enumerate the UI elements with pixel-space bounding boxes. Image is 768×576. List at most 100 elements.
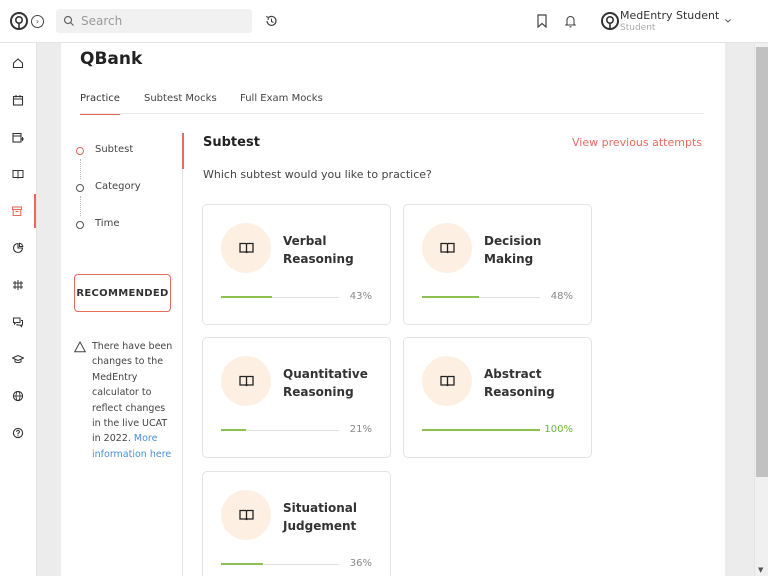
nav-analytics[interactable] (0, 231, 36, 265)
home-icon (12, 58, 24, 69)
subtest-card[interactable]: Situational Judgement 36% (202, 471, 391, 576)
search-input[interactable] (81, 12, 241, 30)
subtest-name: Verbal Reasoning (283, 232, 383, 268)
graduation-cap-icon (12, 354, 24, 364)
subtest-name: Abstract Reasoning (484, 365, 584, 401)
subtest-name-line: Situational (283, 501, 357, 515)
subtest-name: Quantitative Reasoning (283, 365, 383, 401)
warning-icon (74, 341, 86, 353)
globe-icon (12, 390, 24, 402)
step-subtest[interactable]: Subtest (61, 133, 184, 169)
subtest-name-line: Reasoning (283, 385, 354, 399)
sliders-icon (13, 280, 23, 290)
nav-home[interactable] (0, 46, 36, 80)
subtest-name-line: Quantitative (283, 367, 368, 381)
qbank-panel: QBank Practice Subtest Mocks Full Exam M… (61, 43, 725, 576)
calculator-notice: There have been changes to the MedEntry … (92, 339, 176, 462)
help-icon (12, 427, 24, 439)
calendar-add-icon (12, 132, 24, 143)
left-nav-rail (0, 43, 37, 576)
calendar-icon (12, 95, 24, 106)
progress-fill (221, 296, 272, 298)
step-indicator-icon (76, 147, 84, 155)
collapse-sidebar-button[interactable]: › (31, 15, 44, 28)
scrollbar-thumb[interactable] (756, 47, 768, 477)
book-icon (439, 242, 455, 254)
medentry-logo-icon[interactable] (9, 11, 29, 31)
recommended-button[interactable]: RECOMMENDED (74, 274, 171, 312)
pie-chart-icon (12, 242, 24, 254)
chevron-down-icon[interactable] (724, 17, 732, 25)
step-label: Time (95, 218, 120, 229)
subtest-name: Situational Judgement (283, 499, 383, 535)
subtest-name-line: Verbal (283, 234, 327, 248)
progress-percent: 48% (550, 291, 573, 302)
user-role: Student (620, 23, 656, 33)
avatar[interactable] (600, 11, 620, 31)
progress-fill (221, 429, 246, 431)
subtest-question: Which subtest would you like to practice… (203, 168, 432, 181)
nav-schedule[interactable] (0, 120, 36, 154)
tab-subtest-mocks[interactable]: Subtest Mocks (144, 93, 217, 115)
step-time[interactable]: Time (61, 207, 183, 243)
nav-calendar[interactable] (0, 83, 36, 117)
top-bar: › MedEntry Student Student (0, 0, 768, 43)
subtest-card[interactable]: Quantitative Reasoning 21% (202, 337, 391, 458)
progress-bar (422, 296, 540, 298)
step-navigator: Subtest Category Time RECOMMENDED There … (61, 133, 184, 576)
card-icon-circle (221, 356, 271, 406)
scroll-down-arrow-icon[interactable]: ▼ (758, 566, 763, 574)
user-name[interactable]: MedEntry Student (620, 9, 719, 22)
notice-text: There have been changes to the MedEntry … (92, 341, 173, 445)
archive-icon (11, 206, 23, 217)
subtest-card[interactable]: Verbal Reasoning 43% (202, 204, 391, 325)
nav-tools[interactable] (0, 268, 36, 302)
card-icon-circle (221, 223, 271, 273)
subtest-card[interactable]: Decision Making 48% (403, 204, 592, 325)
nav-forum[interactable] (0, 305, 36, 339)
history-icon[interactable] (264, 14, 278, 28)
book-icon (439, 375, 455, 387)
progress-fill (422, 429, 540, 431)
chat-icon (13, 317, 23, 328)
book-icon (12, 170, 24, 179)
card-icon-circle (422, 223, 472, 273)
view-previous-attempts-link[interactable]: View previous attempts (572, 136, 702, 149)
progress-bar (221, 563, 339, 565)
nav-courses[interactable] (0, 342, 36, 376)
nav-help[interactable] (0, 416, 36, 450)
step-indicator-icon (76, 221, 84, 229)
page-title: QBank (80, 49, 143, 69)
tab-full-exam-mocks[interactable]: Full Exam Mocks (240, 93, 323, 115)
nav-library[interactable] (0, 157, 36, 191)
step-category[interactable]: Category (61, 170, 183, 206)
book-icon (238, 509, 254, 521)
bell-icon[interactable] (564, 14, 577, 28)
step-label: Category (95, 181, 141, 192)
subtest-name: Decision Making (484, 232, 584, 268)
progress-fill (422, 296, 479, 298)
subtest-name-line: Judgement (283, 519, 357, 533)
subtest-card[interactable]: Abstract Reasoning 100% (403, 337, 592, 458)
book-icon (238, 242, 254, 254)
nav-global[interactable] (0, 379, 36, 413)
search-bar[interactable] (56, 9, 252, 33)
subtest-name-line: Decision (484, 234, 542, 248)
step-indicator-icon (76, 184, 84, 192)
progress-percent: 100% (544, 424, 573, 435)
scrollbar[interactable]: ▼ (754, 43, 768, 576)
tab-practice[interactable]: Practice (80, 93, 120, 115)
bookmark-icon[interactable] (536, 14, 548, 28)
nav-qbank[interactable] (0, 194, 36, 228)
progress-bar (221, 429, 339, 431)
section-title: Subtest (203, 135, 260, 150)
progress-fill (221, 563, 264, 565)
card-icon-circle (221, 490, 271, 540)
tabs-divider (80, 113, 704, 114)
subtest-name-line: Abstract (484, 367, 542, 381)
book-icon (238, 375, 254, 387)
progress-percent: 43% (349, 291, 372, 302)
card-icon-circle (422, 356, 472, 406)
progress-percent: 21% (349, 424, 372, 435)
progress-bar (422, 429, 540, 431)
